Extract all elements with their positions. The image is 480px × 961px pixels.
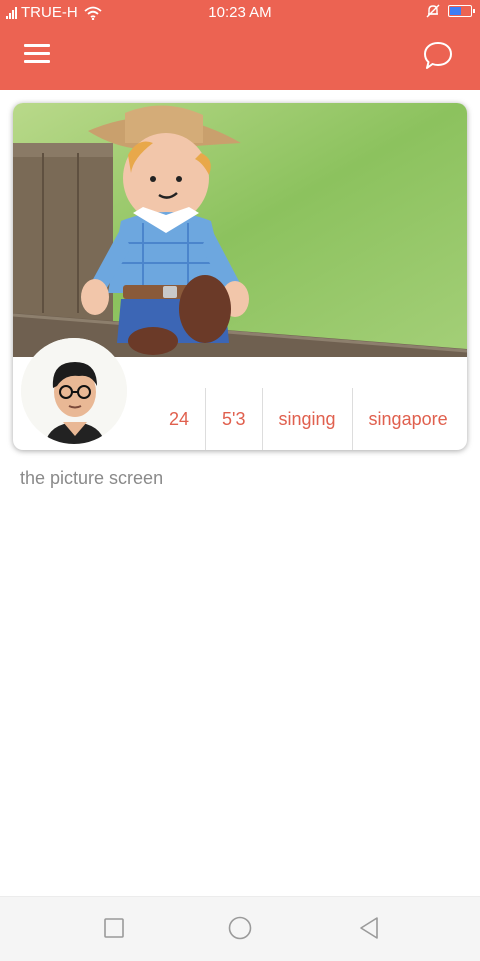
profile-card[interactable]: 24 5'3 singing singapore	[13, 103, 467, 450]
stat-height: 5'3	[205, 388, 261, 450]
back-icon[interactable]	[356, 915, 382, 941]
stat-hobby: singing	[261, 388, 352, 450]
hamburger-menu-icon[interactable]	[24, 44, 52, 68]
recent-apps-icon[interactable]	[101, 915, 127, 941]
app-header: TRUE-H 10:23 AM	[0, 0, 480, 90]
home-icon[interactable]	[227, 915, 253, 941]
status-bar: TRUE-H 10:23 AM	[0, 0, 480, 24]
battery-level-fill	[450, 7, 461, 15]
status-right	[426, 4, 475, 18]
profile-stats: 24 5'3 singing singapore	[153, 388, 464, 450]
stat-location: singapore	[351, 388, 464, 450]
avatar[interactable]	[21, 338, 127, 444]
status-time: 10:23 AM	[208, 4, 272, 21]
chat-bubble-icon[interactable]	[422, 40, 454, 72]
avatar-image	[21, 338, 127, 444]
page-caption: the picture screen	[20, 468, 164, 488]
battery-icon	[448, 5, 475, 17]
system-nav-bar	[0, 896, 480, 961]
mute-icon	[426, 4, 440, 18]
stat-age: 24	[169, 408, 190, 429]
cover-photo	[13, 103, 467, 357]
